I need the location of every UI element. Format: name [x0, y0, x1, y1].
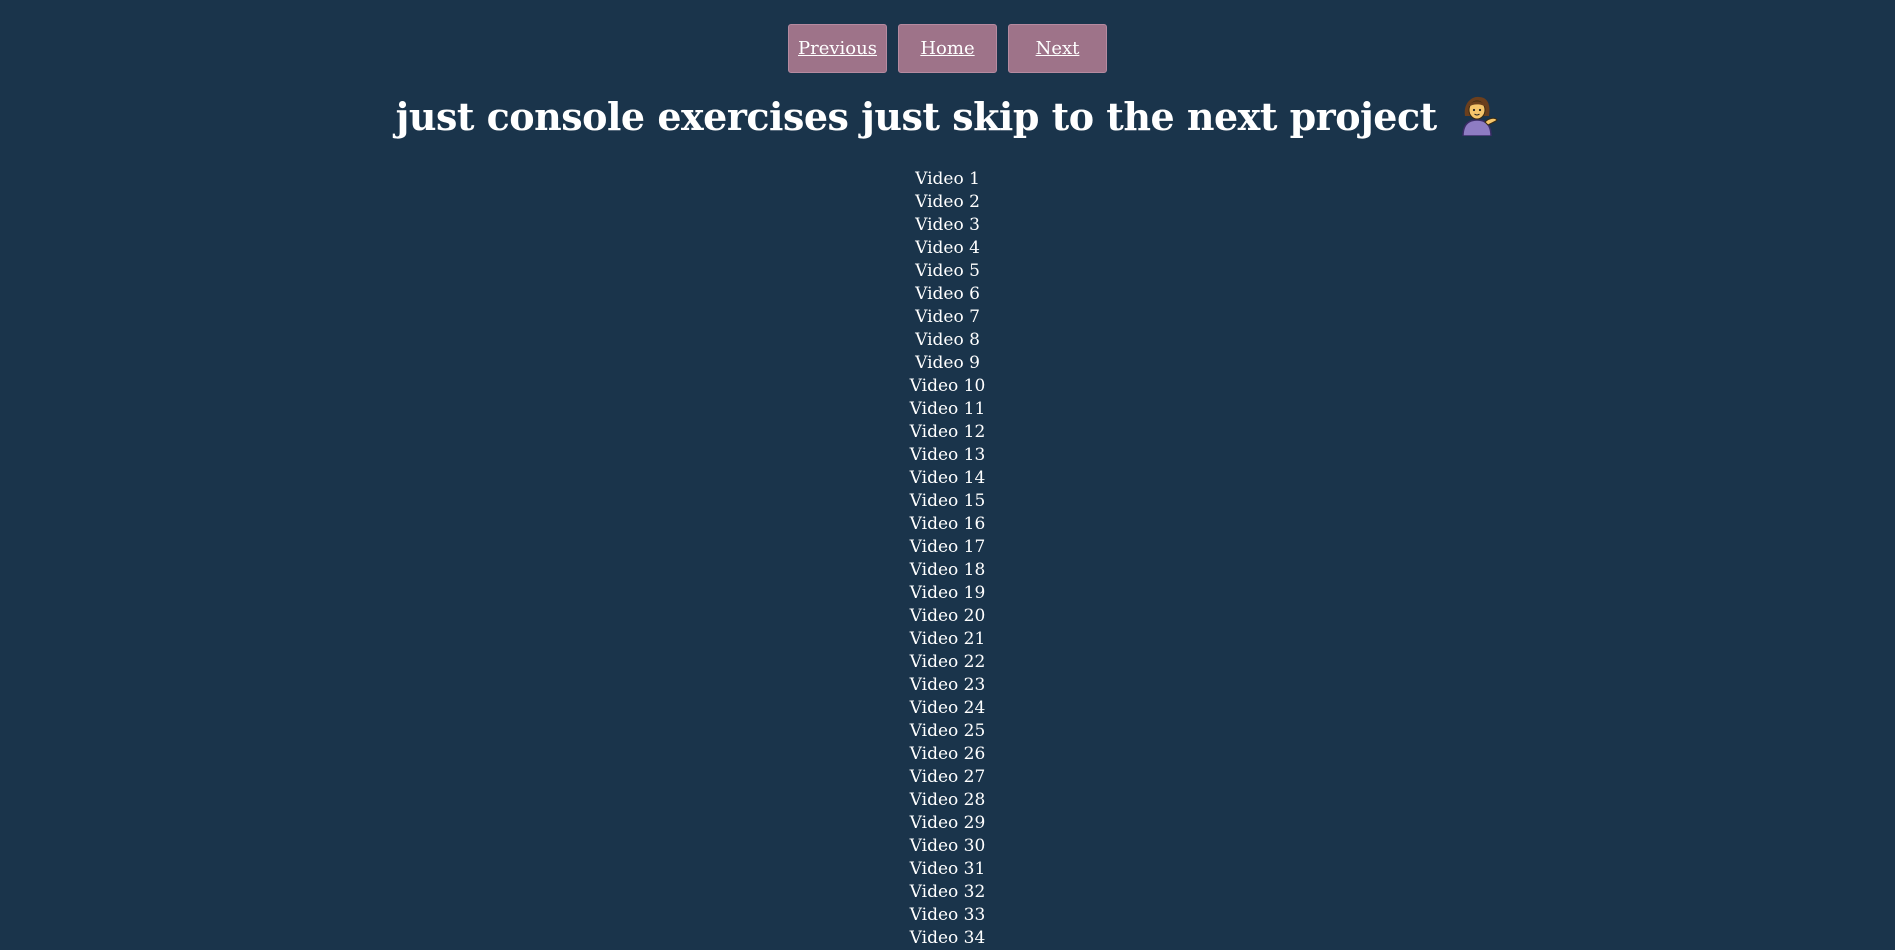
video-list-item: Video 32	[909, 882, 986, 902]
video-list-item: Video 21	[909, 629, 986, 649]
video-list-item: Video 1	[915, 169, 980, 189]
video-list-item: Video 2	[915, 192, 980, 212]
video-list-item: Video 31	[909, 859, 986, 879]
video-list-item: Video 6	[915, 284, 980, 304]
video-list-item: Video 24	[909, 698, 986, 718]
top-navigation: Previous Home Next	[0, 24, 1895, 73]
video-list-item: Video 20	[909, 606, 986, 626]
page-title-text: just console exercises just skip to the …	[395, 94, 1438, 139]
page-title: just console exercises just skip to the …	[0, 92, 1895, 148]
video-list-item: Video 9	[915, 353, 980, 373]
video-list-item: Video 26	[909, 744, 986, 764]
video-list-item: Video 30	[909, 836, 986, 856]
video-list-item: Video 5	[915, 261, 980, 281]
video-list-item: Video 17	[909, 537, 986, 557]
video-list-item: Video 4	[915, 238, 980, 258]
video-list-item: Video 19	[909, 583, 986, 603]
video-list-item: Video 11	[909, 399, 986, 419]
video-list-item: Video 18	[909, 560, 986, 580]
video-list-item: Video 8	[915, 330, 980, 350]
video-list-item: Video 34	[909, 928, 986, 948]
video-list: Video 1 Video 2 Video 3 Video 4 Video 5 Video…	[0, 168, 1895, 950]
video-list-item: Video 14	[909, 468, 986, 488]
video-list-item: Video 29	[909, 813, 986, 833]
home-button[interactable]: Home	[898, 24, 997, 73]
video-list-item: Video 33	[909, 905, 986, 925]
video-list-item: Video 10	[909, 376, 986, 396]
video-list-item: Video 23	[909, 675, 986, 695]
video-list-item: Video 28	[909, 790, 986, 810]
video-list-item: Video 3	[915, 215, 980, 235]
video-list-item: Video 27	[909, 767, 986, 787]
video-list-item: Video 15	[909, 491, 986, 511]
person-tipping-hand-icon	[1455, 92, 1499, 148]
next-button[interactable]: Next	[1008, 24, 1107, 73]
video-list-item: Video 16	[909, 514, 986, 534]
video-list-item: Video 13	[909, 445, 986, 465]
video-list-item: Video 22	[909, 652, 986, 672]
video-list-item: Video 7	[915, 307, 980, 327]
previous-button[interactable]: Previous	[788, 24, 887, 73]
video-list-item: Video 12	[909, 422, 986, 442]
video-list-item: Video 25	[909, 721, 986, 741]
